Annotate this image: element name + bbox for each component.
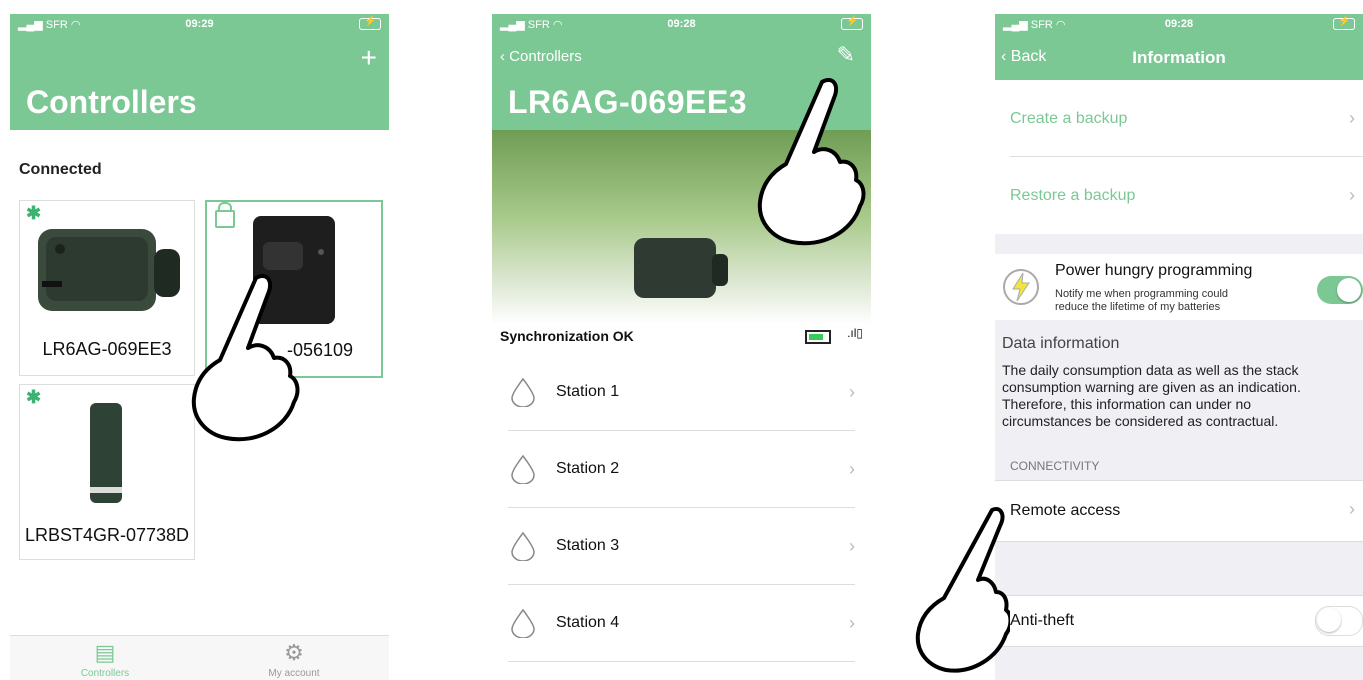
station-label: Station 1	[556, 383, 620, 400]
water-drop-icon	[511, 377, 535, 407]
battery-icon	[841, 16, 863, 30]
water-drop-icon	[511, 531, 535, 561]
station-row[interactable]: Station 2 ›	[508, 431, 855, 508]
station-label: Station 3	[556, 537, 620, 554]
controller-image	[38, 229, 180, 311]
restore-backup-row[interactable]: Restore a backup ›	[995, 157, 1363, 233]
status-bar: ▂▄▆ SFR ◠ 09:28	[995, 14, 1363, 34]
gear-icon: ⚙	[284, 640, 304, 665]
page-title: Controllers	[26, 84, 197, 120]
status-time: 09:28	[667, 18, 696, 30]
info-header: ▂▄▆ SFR ◠ 09:28 ‹ Back Information	[995, 14, 1363, 80]
water-drop-icon	[511, 608, 535, 638]
edit-pencil-icon[interactable]: ✎	[837, 42, 855, 68]
status-bar: ▂▄▆ SFR ◠ 09:29	[10, 14, 389, 34]
data-info-title: Data information	[1002, 335, 1120, 352]
chevron-right-icon: ›	[849, 381, 855, 402]
tab-bar: ▤ Controllers ⚙ My account	[10, 635, 389, 680]
information-screen: ▂▄▆ SFR ◠ 09:28 ‹ Back Information Creat…	[995, 14, 1363, 680]
carrier-label: ▂▄▆ SFR ◠	[500, 18, 563, 31]
power-hungry-row: Power hungry programming Notify me when …	[995, 254, 1363, 320]
status-time: 09:29	[185, 18, 214, 30]
controller-image	[90, 403, 122, 503]
device-name: LR6AG-069EE3	[42, 339, 172, 359]
create-backup-row[interactable]: Create a backup ›	[995, 80, 1363, 156]
chevron-right-icon: ›	[1349, 499, 1355, 519]
tab-controllers[interactable]: ▤ Controllers	[45, 640, 165, 679]
station-label: Station 2	[556, 460, 620, 477]
power-hungry-toggle[interactable]	[1317, 276, 1363, 304]
controllers-icon: ▤	[94, 640, 116, 665]
back-button[interactable]: ‹ Controllers	[500, 48, 582, 65]
pointing-hand-icon	[191, 274, 300, 442]
anti-theft-row: Anti-theft	[995, 595, 1363, 647]
restore-backup-label: Restore a backup	[1010, 187, 1136, 204]
chevron-right-icon: ›	[849, 535, 855, 556]
power-title: Power hungry programming	[1055, 262, 1253, 279]
tab-label: My account	[268, 668, 320, 679]
anti-theft-label: Anti-theft	[1010, 612, 1075, 629]
pointing-hand-icon	[915, 507, 1010, 673]
anti-theft-toggle[interactable]	[1315, 606, 1363, 636]
chevron-right-icon: ›	[849, 612, 855, 633]
add-controller-button[interactable]: +	[361, 42, 377, 74]
signal-icon: .ıl▯	[847, 326, 863, 340]
lightning-icon	[1003, 269, 1039, 305]
sync-status: Synchronization OK	[500, 328, 634, 344]
chevron-right-icon: ›	[849, 458, 855, 479]
device-card-lr6ag[interactable]: ✱ LR6AG-069EE3	[19, 200, 195, 376]
device-name: LRBST4GR-07738D	[24, 525, 190, 545]
remote-access-label: Remote access	[1010, 502, 1121, 519]
power-description: Notify me when programming could reduce t…	[1055, 288, 1229, 313]
create-backup-label: Create a backup	[1010, 110, 1128, 127]
carrier-label: ▂▄▆ SFR ◠	[18, 18, 81, 31]
controllers-header: ▂▄▆ SFR ◠ 09:29 + Controllers	[10, 14, 389, 130]
tab-my-account[interactable]: ⚙ My account	[234, 640, 354, 679]
battery-icon	[359, 16, 381, 30]
page-title: Information	[1132, 48, 1226, 67]
data-info-body: The daily consumption data as well as th…	[1002, 362, 1301, 429]
tab-label: Controllers	[80, 668, 130, 679]
section-title-connected: Connected	[19, 161, 102, 178]
controller-title: LR6AG-069EE3	[508, 84, 747, 120]
station-row[interactable]: Station 1 ›	[508, 354, 855, 431]
pointing-hand-icon	[757, 78, 866, 246]
remote-access-row[interactable]: Remote access ›	[995, 480, 1363, 542]
device-card-lrbst4gr[interactable]: ✱ LRBST4GR-07738D	[19, 384, 195, 560]
battery-level-icon	[805, 330, 831, 344]
station-row[interactable]: Station 4 ›	[508, 585, 855, 662]
battery-icon	[1333, 16, 1355, 30]
chevron-right-icon: ›	[1349, 108, 1355, 128]
carrier-label: ▂▄▆ SFR ◠	[1003, 18, 1066, 31]
station-row[interactable]: Station 3 ›	[508, 508, 855, 585]
chevron-right-icon: ›	[1349, 185, 1355, 205]
backup-group: Create a backup › Restore a backup ›	[995, 80, 1363, 234]
status-bar: ▂▄▆ SFR ◠ 09:28	[492, 14, 871, 34]
status-time: 09:28	[1164, 18, 1194, 30]
connectivity-header: CONNECTIVITY	[1010, 459, 1100, 473]
station-label: Station 4	[556, 614, 620, 631]
water-drop-icon	[511, 454, 535, 484]
